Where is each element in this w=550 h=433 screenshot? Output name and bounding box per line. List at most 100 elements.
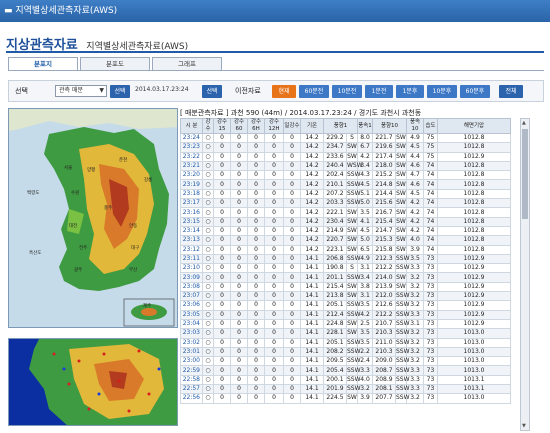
table-cell[interactable]: 23:24 [180, 132, 203, 144]
table-cell[interactable]: 23:21 [180, 160, 203, 172]
table-cell[interactable]: 23:15 [180, 216, 203, 227]
table-cell: 2.4 [357, 356, 373, 367]
table-cell[interactable]: 23:06 [180, 300, 203, 311]
table-cell: SSW [346, 383, 361, 395]
col-rain15[interactable]: 강수15 [213, 118, 231, 134]
table-cell: 224.5 [323, 393, 347, 404]
table-cell[interactable]: 23:05 [180, 309, 203, 320]
table-cell: 0 [230, 198, 248, 209]
col-rain[interactable]: 강수 [202, 118, 214, 134]
table-cell[interactable]: 23:19 [180, 179, 203, 190]
table-cell[interactable]: 23:23 [180, 142, 203, 153]
table-cell: 73 [423, 383, 438, 395]
table-cell[interactable]: 23:00 [180, 356, 203, 367]
table-cell: 14.2 [300, 235, 324, 246]
table-cell: 205.1 [323, 337, 347, 348]
10min-after-button[interactable]: 10분후 [427, 85, 457, 98]
1min-before-button[interactable]: 1분전 [365, 85, 393, 98]
table-row: 23:06 ○ 0 0 0 0 0 14.1 205.1 SSW 3.5 212.6 SSW 3.2 73 1… [180, 300, 511, 311]
table-cell[interactable]: 22:57 [180, 383, 203, 395]
table-cell: 0 [264, 383, 284, 395]
table-cell: 74 [423, 170, 438, 181]
table-cell: 220.7 [323, 235, 347, 246]
table-cell[interactable]: 23:04 [180, 318, 203, 330]
table-cell: SSW [346, 346, 361, 358]
col-rain60[interactable]: 강수60 [230, 118, 248, 134]
select-datetime-button[interactable]: 선택 [202, 85, 222, 98]
table-scrollbar[interactable]: ▲ ▼ [520, 118, 530, 431]
1min-after-button[interactable]: 1분후 [396, 85, 424, 98]
table-cell: SSW [346, 179, 361, 190]
table-cell[interactable]: 23:07 [180, 291, 203, 302]
tab-graph[interactable]: 그래프 [152, 57, 222, 71]
datetime-field[interactable]: 2014.03.17.23:24 [135, 86, 189, 93]
col-time[interactable]: 시 분 [180, 118, 203, 134]
all-button[interactable]: 전체 [499, 85, 523, 98]
table-cell: 0 [283, 365, 301, 376]
table-cell[interactable]: 23:12 [180, 244, 203, 255]
10min-before-button[interactable]: 10분전 [332, 85, 362, 98]
svg-text:충주: 충주 [104, 204, 112, 211]
table-cell[interactable]: 23:13 [180, 235, 203, 246]
observation-type-select[interactable]: 관측 매분 ▼ [55, 85, 107, 97]
table-cell: 14.2 [300, 179, 324, 190]
scroll-down-icon[interactable]: ▼ [522, 423, 526, 429]
col-daily-rain[interactable]: 일강수 [283, 118, 301, 134]
table-cell[interactable]: 23:18 [180, 188, 203, 200]
table-cell: 0 [230, 281, 248, 293]
table-cell: 0 [247, 309, 265, 320]
col-humidity[interactable]: 습도 [423, 118, 438, 134]
col-wind-dir10[interactable]: 풍향10 [372, 118, 407, 134]
select-type-button[interactable]: 선택 [110, 85, 130, 98]
scroll-up-icon[interactable]: ▲ [522, 120, 526, 126]
table-cell: SW [395, 142, 407, 153]
now-button[interactable]: 현재 [272, 85, 296, 98]
table-cell[interactable]: 23:20 [180, 170, 203, 181]
col-wind-speed1[interactable]: 풍속1 [357, 118, 373, 134]
table-cell: ○ [202, 170, 214, 181]
tab-station[interactable]: 분포지 [8, 57, 78, 71]
table-row: 23:16 ○ 0 0 0 0 0 14.2 222.1 SW 3.5 216.7 SW 4.2 74 101… [180, 207, 511, 218]
table-cell: 0 [247, 253, 265, 265]
col-wind-speed10[interactable]: 풍속10 [406, 118, 424, 134]
col-wind-dir1[interactable]: 풍향1 [323, 118, 358, 134]
table-cell[interactable]: 23:09 [180, 272, 203, 283]
table-cell[interactable]: 23:22 [180, 151, 203, 162]
60min-after-button[interactable]: 60분후 [460, 85, 490, 98]
table-cell[interactable]: 23:14 [180, 225, 203, 237]
table-cell: 4.0 [406, 235, 424, 246]
table-cell: 0 [264, 151, 284, 162]
col-rain6h[interactable]: 강수6H [247, 118, 265, 134]
korea-station-map[interactable]: 서울 양평 춘천 강릉 수원 충주 대전 안동 전주 대구 광주 부산 백령도 흑산도 제주 [8, 108, 178, 328]
table-cell: 0 [264, 235, 284, 246]
table-cell: SW [395, 216, 407, 227]
table-cell[interactable]: 23:16 [180, 207, 203, 218]
table-cell[interactable]: 23:08 [180, 281, 203, 293]
table-cell[interactable]: 23:10 [180, 263, 203, 274]
table-cell[interactable]: 23:03 [180, 328, 203, 339]
tab-distribution[interactable]: 분포도 [80, 57, 150, 71]
table-cell[interactable]: 23:11 [180, 253, 203, 265]
table-cell: 0 [213, 263, 231, 274]
table-cell[interactable]: 22:59 [180, 365, 203, 376]
regional-detail-map[interactable] [8, 338, 178, 426]
table-cell[interactable]: 23:01 [180, 346, 203, 358]
view-tabs: 분포지 분포도 그래프 [8, 57, 224, 71]
col-temp[interactable]: 기온 [300, 118, 324, 134]
table-cell[interactable]: 22:58 [180, 374, 203, 386]
table-cell: 0 [230, 188, 248, 200]
table-cell: 0 [247, 244, 265, 255]
col-rain12h[interactable]: 강수12H [264, 118, 284, 134]
table-cell[interactable]: 23:02 [180, 337, 203, 348]
table-cell: 209.5 [323, 356, 347, 367]
table-cell[interactable]: 22:56 [180, 393, 203, 404]
table-cell[interactable]: 23:17 [180, 198, 203, 209]
table-row: 22:59 ○ 0 0 0 0 0 14.1 205.4 SSW 3.3 208.7 SSW 3.3 73 1… [180, 365, 511, 376]
table-cell: 0 [213, 393, 231, 404]
table-cell: 14.1 [300, 374, 324, 386]
table-cell: SW [346, 142, 358, 153]
scroll-thumb[interactable] [522, 129, 528, 219]
col-sea-pressure[interactable]: 해면기압 [437, 118, 511, 134]
60min-before-button[interactable]: 60분전 [299, 85, 329, 98]
table-cell: 0 [213, 142, 231, 153]
